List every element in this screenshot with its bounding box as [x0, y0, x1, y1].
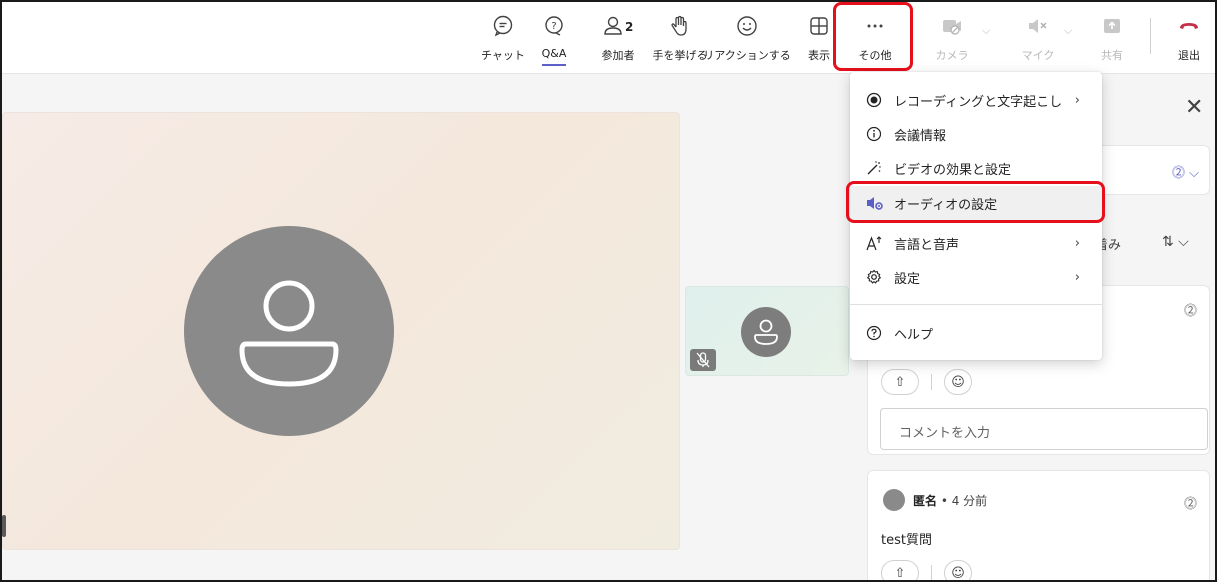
upvote-button[interactable]: ⇧	[881, 560, 919, 581]
add-reaction-button[interactable]: ☺	[944, 560, 972, 581]
highlight-more-button	[833, 2, 913, 71]
question-card-2: ⓶	[867, 470, 1210, 580]
participant-avatar	[184, 226, 394, 436]
qa-bubble-icon[interactable]: ⓶	[1184, 493, 1197, 512]
menu-item-help[interactable]: ヘルプ	[850, 316, 1102, 350]
share-button[interactable]: 共有	[1094, 8, 1130, 70]
qa-icon: ?	[545, 16, 563, 36]
react-button[interactable]: リアクションする	[703, 8, 791, 70]
camera-label: カメラ	[935, 49, 969, 62]
participants-label: 参加者	[601, 49, 635, 62]
person-icon	[754, 319, 778, 345]
chevron-right-icon: ›	[1074, 235, 1080, 251]
qa-bubble-icon[interactable]: ⓶	[1184, 300, 1197, 319]
react-label: リアクションする	[703, 49, 791, 62]
menu-item-video-effects[interactable]: ビデオの効果と設定	[850, 151, 1102, 185]
mic-chevron-icon[interactable]: ⌵	[1064, 24, 1072, 38]
camera-off-icon	[943, 20, 961, 35]
avatar	[883, 489, 905, 511]
leave-button[interactable]: 退出	[1172, 8, 1206, 70]
camera-button[interactable]: カメラ	[932, 8, 972, 70]
chat-button[interactable]: チャット	[480, 8, 526, 70]
help-icon	[866, 325, 894, 341]
person-icon	[239, 280, 339, 387]
menu-divider	[850, 304, 1102, 305]
chevron-right-icon: ›	[1074, 92, 1080, 108]
participants-button[interactable]: 2 参加者	[598, 8, 638, 70]
camera-chevron-icon[interactable]: ⌵	[982, 24, 990, 38]
menu-item-settings[interactable]: 設定 ›	[850, 260, 1102, 294]
speaker-muted-icon	[1029, 19, 1047, 33]
menu-item-label: レコーディングと文字起こし	[894, 94, 1063, 110]
upvote-icon: ⇧	[894, 374, 906, 390]
menu-item-label: 言語と音声	[894, 237, 960, 253]
svg-text:?: ?	[551, 21, 556, 32]
comment-input[interactable]: コメントを入力	[880, 408, 1208, 450]
raise-hand-button[interactable]: 手を挙げる	[652, 8, 708, 70]
view-label: 表示	[808, 49, 830, 62]
menu-item-language[interactable]: 言語と音声 ›	[850, 226, 1102, 260]
mic-off-icon	[690, 349, 716, 371]
raise-hand-label: 手を挙げる	[652, 49, 708, 62]
main-video-stage	[2, 112, 680, 550]
qa-filter-card: ⓶ ⌵	[1100, 145, 1210, 195]
magic-wand-icon	[866, 160, 894, 176]
language-icon	[866, 235, 894, 251]
author-name: 匿名	[913, 493, 938, 508]
participant-thumbnail[interactable]	[685, 286, 849, 376]
chat-icon	[493, 15, 513, 37]
smiley-icon	[737, 16, 757, 36]
pill-divider	[931, 565, 932, 580]
share-icon	[1104, 19, 1120, 33]
menu-item-label: ヘルプ	[894, 327, 934, 343]
upvote-icon: ⇧	[894, 565, 906, 581]
upvote-button[interactable]: ⇧	[881, 369, 919, 395]
grid-icon	[810, 17, 828, 35]
chat-label: チャット	[481, 49, 525, 62]
qa-button[interactable]: ? Q&A	[534, 8, 574, 70]
record-icon	[866, 92, 894, 108]
qa-filter-icon[interactable]: ⓶ ⌵	[1172, 162, 1199, 181]
pill-divider	[931, 374, 932, 390]
qa-label: Q&A	[541, 47, 567, 66]
toolbar-divider	[1150, 18, 1151, 54]
add-reaction-icon: ☺	[951, 565, 965, 581]
question-time: 4 分前	[951, 493, 988, 508]
add-reaction-button[interactable]: ☺	[944, 369, 972, 395]
person-icon	[604, 16, 622, 35]
thumbnail-avatar	[741, 307, 791, 357]
participants-count: 2	[625, 20, 634, 34]
add-reaction-icon: ☺	[951, 374, 965, 390]
info-icon	[866, 126, 894, 142]
teams-meeting-window: チャット ? Q&A 2 参加者 手を挙げる リアクションする 表示 その他 カ…	[0, 0, 1217, 582]
menu-item-label: 設定	[894, 271, 921, 287]
mic-button[interactable]: マイク	[1018, 8, 1058, 70]
meeting-toolbar: チャット ? Q&A 2 参加者 手を挙げる リアクションする 表示 その他 カ…	[2, 2, 1215, 74]
comment-placeholder: コメントを入力	[899, 426, 991, 441]
leave-label: 退出	[1178, 49, 1200, 62]
menu-item-label: ビデオの効果と設定	[894, 162, 1012, 178]
panel-resize-handle[interactable]	[2, 515, 6, 537]
menu-item-recording[interactable]: レコーディングと文字起こし ›	[850, 83, 1102, 117]
close-icon[interactable]: ✕	[1185, 95, 1203, 120]
chevron-right-icon: ›	[1074, 269, 1080, 285]
sort-icon[interactable]: ⇅ ⌵	[1162, 234, 1189, 250]
menu-item-label: 会議情報	[894, 128, 947, 144]
menu-item-meeting-info[interactable]: 会議情報	[850, 117, 1102, 151]
share-label: 共有	[1101, 49, 1123, 62]
mic-label: マイク	[1021, 49, 1055, 62]
hand-icon	[671, 15, 687, 36]
highlight-audio-settings	[846, 181, 1105, 223]
hang-up-icon	[1180, 23, 1198, 29]
question-text: test質問	[881, 533, 932, 548]
question-author: 匿名 • 4 分前	[883, 489, 987, 511]
gear-icon	[866, 269, 894, 285]
